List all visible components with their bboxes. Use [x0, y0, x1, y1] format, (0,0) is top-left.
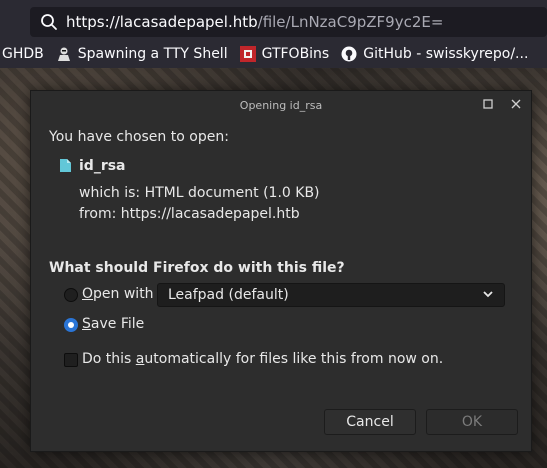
bookmark-label: GitHub - swisskyrepo/...	[363, 46, 529, 62]
open-prompt: You have chosen to open:	[49, 129, 229, 145]
search-icon	[41, 14, 57, 30]
file-source-value: https://lacasadepapel.htb	[120, 206, 300, 222]
bookmark-github[interactable]: GitHub - swisskyrepo/...	[341, 46, 528, 62]
open-with-accesskey: O	[82, 286, 94, 302]
bookmark-label: GHDB	[2, 46, 44, 62]
bookmark-label: Spawning a TTY Shell	[77, 46, 228, 62]
which-is-label: which is:	[79, 185, 141, 201]
open-with-label[interactable]: Open with	[82, 286, 154, 302]
bookmarks-bar: GHDB Spawning a TTY Shell GTFOBins GitHu…	[0, 40, 547, 68]
auto-text-after: utomatically for files like this from no…	[144, 351, 444, 367]
maximize-icon[interactable]	[481, 97, 495, 111]
bookmark-spawning-tty[interactable]: Spawning a TTY Shell	[56, 46, 228, 62]
file-type-value: HTML document (1.0 KB)	[144, 185, 320, 201]
gtfobins-icon	[239, 46, 256, 62]
cancel-button[interactable]: Cancel	[324, 409, 416, 435]
bookmark-ghdb[interactable]: GHDB	[2, 46, 44, 62]
url-text: https://lacasadepapel.htb/file/LnNzaC9pZ…	[66, 13, 443, 31]
file-icon	[60, 159, 71, 172]
file-type-row: which is: HTML document (1.0 KB)	[79, 185, 320, 201]
action-question: What should Firefox do with this file?	[49, 260, 345, 276]
save-file-text: ave File	[90, 316, 145, 332]
auto-text-before: Do this	[82, 351, 136, 367]
auto-action-checkbox[interactable]	[64, 353, 78, 367]
dialog-titlebar: Opening id_rsa	[31, 91, 531, 119]
file-source-row: from: https://lacasadepapel.htb	[79, 206, 300, 222]
url-path: /file/LnNzaC9pZF9yc2E=	[257, 13, 444, 31]
url-host: https://lacasadepapel.htb	[66, 13, 258, 31]
open-with-text: pen with	[93, 286, 154, 302]
address-bar[interactable]: https://lacasadepapel.htb/file/LnNzaC9pZ…	[30, 7, 547, 37]
save-file-label[interactable]: Save File	[82, 316, 144, 332]
github-icon	[341, 46, 357, 62]
open-file-dialog: Opening id_rsa You have chosen to open: …	[30, 90, 532, 452]
bookmark-label: GTFOBins	[261, 46, 330, 62]
open-with-select[interactable]: Leafpad (default)	[157, 283, 505, 307]
ok-button[interactable]: OK	[426, 409, 518, 435]
file-name: id_rsa	[79, 158, 126, 174]
hacker-icon	[57, 47, 70, 61]
bookmark-gtfobins[interactable]: GTFOBins	[239, 46, 330, 62]
save-file-accesskey: S	[82, 316, 91, 332]
auto-action-label[interactable]: Do this automatically for files like thi…	[82, 351, 443, 367]
save-file-radio[interactable]	[64, 318, 78, 332]
open-with-radio[interactable]	[64, 288, 78, 302]
close-icon[interactable]	[509, 97, 523, 111]
dialog-title: Opening id_rsa	[239, 98, 323, 112]
open-with-app-value: Leafpad (default)	[168, 287, 289, 303]
chevron-down-icon	[483, 291, 493, 298]
from-label: from:	[79, 206, 117, 222]
